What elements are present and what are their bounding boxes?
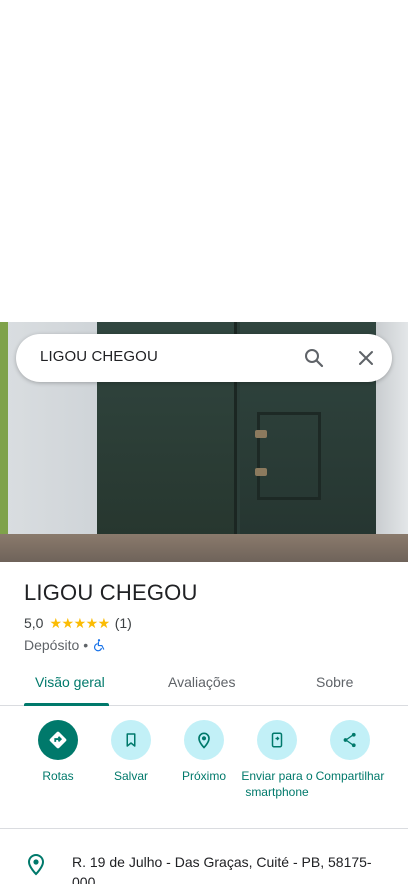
- tab-overview[interactable]: Visão geral: [35, 674, 105, 690]
- address-text: R. 19 de Julho - Das Graças, Cuité - PB,…: [72, 854, 372, 884]
- photo-ground: [0, 534, 408, 562]
- search-icon[interactable]: [302, 346, 326, 370]
- rating-row[interactable]: 5,0 ★★★★★ (1): [24, 614, 132, 632]
- share-label: Compartilhar: [315, 769, 385, 783]
- directions-icon[interactable]: [38, 720, 78, 760]
- category-row: Depósito •: [24, 636, 106, 654]
- share-icon[interactable]: [330, 720, 370, 760]
- address-row[interactable]: R. 19 de Julho - Das Graças, Cuité - PB,…: [0, 842, 408, 884]
- place-title: LIGOU CHEGOU: [24, 580, 198, 605]
- save-label: Salvar: [113, 769, 148, 783]
- nearby-label: Próximo: [181, 769, 226, 783]
- tab-bar: Visão geral Avaliações Sobre: [0, 666, 408, 706]
- save-button[interactable]: Salvar: [94, 720, 168, 784]
- send-to-phone-button[interactable]: Enviar para o smartphone: [240, 720, 314, 800]
- close-icon[interactable]: [354, 346, 378, 370]
- bookmark-icon[interactable]: [111, 720, 151, 760]
- map-blank-area: [0, 0, 408, 322]
- send-to-phone-label: Enviar para o smartphone: [241, 769, 313, 799]
- tab-reviews[interactable]: Avaliações: [168, 674, 235, 690]
- search-bar[interactable]: LIGOU CHEGOU: [16, 334, 392, 382]
- action-buttons: Rotas Salvar Próximo Enviar para o smart…: [0, 720, 408, 830]
- share-button[interactable]: Compartilhar: [313, 720, 387, 784]
- location-pin-icon: [24, 852, 48, 876]
- wheelchair-icon: [92, 638, 106, 652]
- nearby-button[interactable]: Próximo: [167, 720, 241, 784]
- place-category[interactable]: Depósito: [24, 637, 79, 653]
- directions-label: Rotas: [42, 769, 74, 783]
- tab-about[interactable]: Sobre: [316, 674, 353, 690]
- directions-button[interactable]: Rotas: [21, 720, 95, 784]
- send-to-phone-icon[interactable]: [257, 720, 297, 760]
- star-rating: ★★★★★: [49, 614, 110, 631]
- rating-value: 5,0: [24, 615, 44, 631]
- active-tab-indicator: [24, 703, 109, 706]
- review-count[interactable]: (1): [115, 615, 132, 631]
- search-input[interactable]: LIGOU CHEGOU: [40, 348, 158, 365]
- section-divider: [0, 828, 408, 829]
- nearby-icon[interactable]: [184, 720, 224, 760]
- separator-dot: •: [83, 637, 89, 653]
